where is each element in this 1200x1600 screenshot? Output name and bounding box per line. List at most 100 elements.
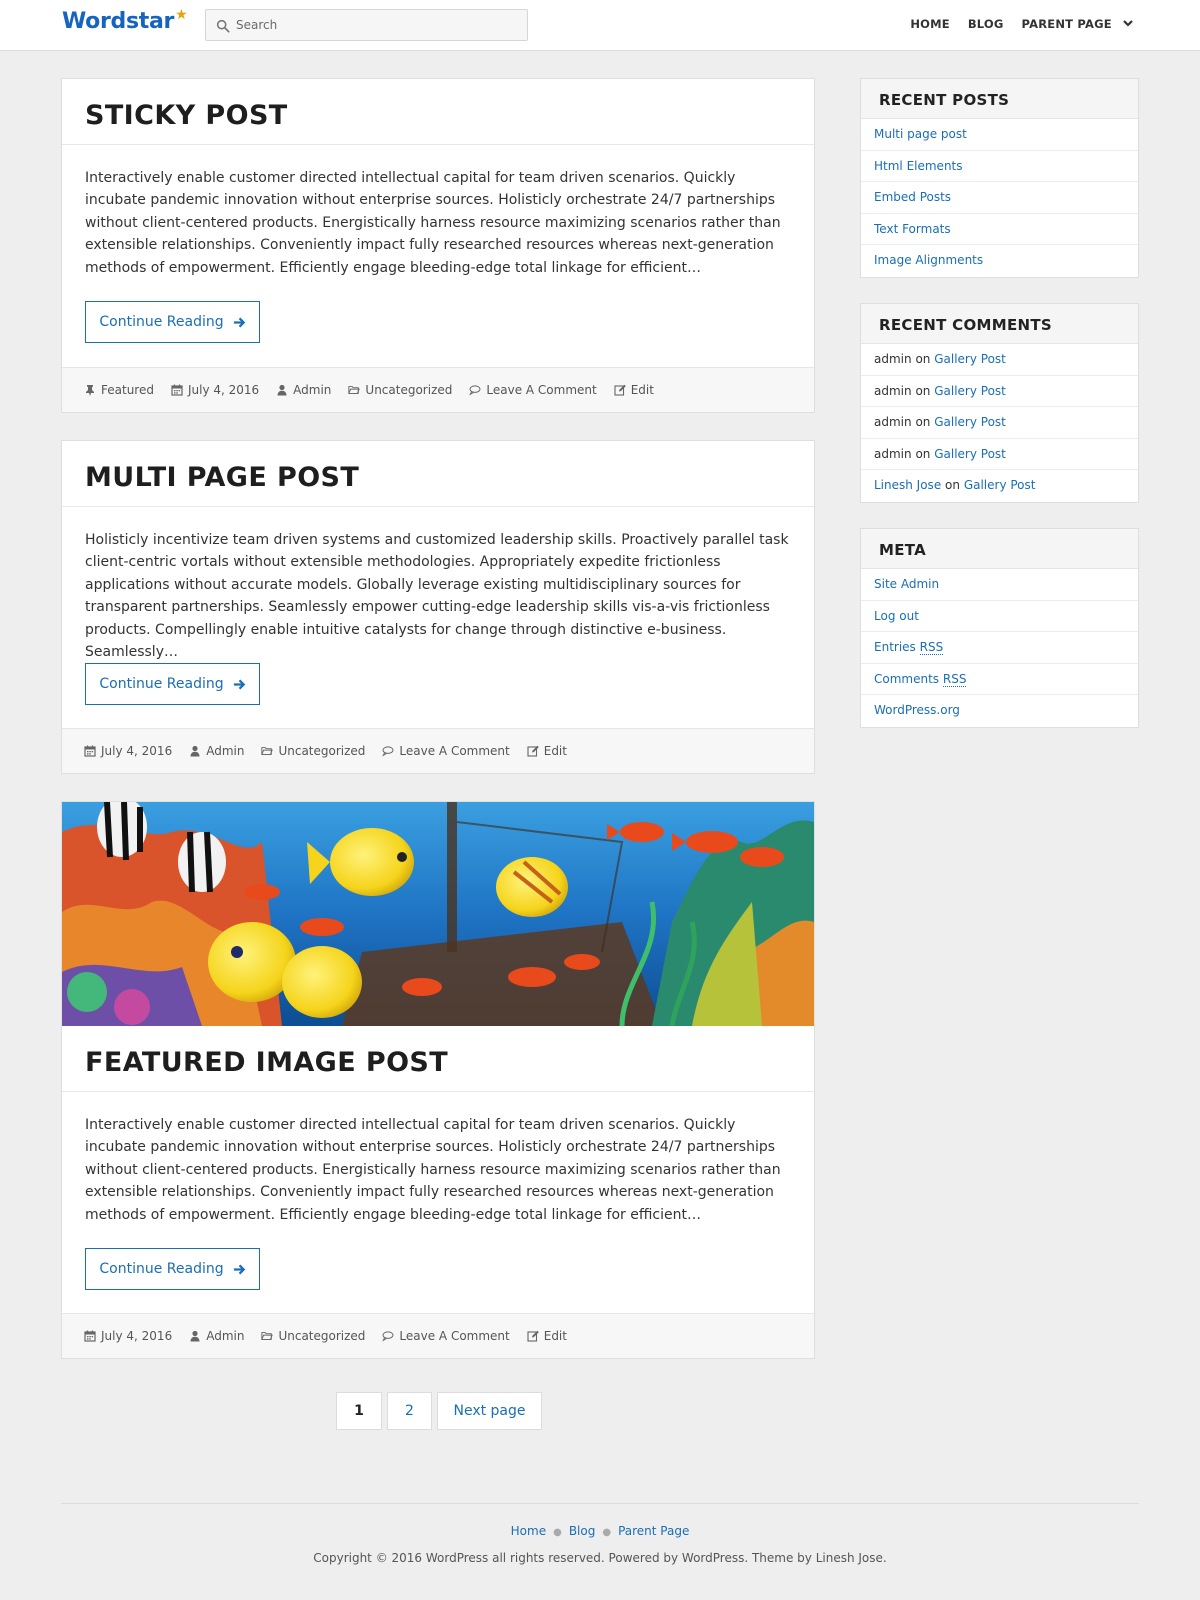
meta-author[interactable]: Admin xyxy=(189,744,244,758)
comments-rss-link[interactable]: Comments RSS xyxy=(874,671,967,687)
calendar-icon xyxy=(84,1330,96,1342)
wordpress-org-link[interactable]: WordPress.org xyxy=(874,703,960,717)
continue-reading-button[interactable]: Continue Reading xyxy=(85,663,260,705)
comment-post-link[interactable]: Gallery Post xyxy=(934,352,1006,366)
folder-icon xyxy=(261,1332,274,1340)
site-logo[interactable]: Wordstar★ xyxy=(62,7,188,34)
meta-date-label: July 4, 2016 xyxy=(187,383,260,397)
continue-reading-label: Continue Reading xyxy=(99,676,224,692)
post-title[interactable]: FEATURED IMAGE POST xyxy=(85,1047,448,1078)
page-2-link[interactable]: 2 xyxy=(387,1392,432,1430)
meta-author[interactable]: Admin xyxy=(276,383,331,397)
post-header: STICKY POST xyxy=(62,79,814,145)
post-title[interactable]: STICKY POST xyxy=(85,100,288,131)
meta-date[interactable]: July 4, 2016 xyxy=(171,383,259,397)
meta-edit-label: Edit xyxy=(630,383,654,397)
edit-icon xyxy=(527,1330,539,1342)
featured-image[interactable] xyxy=(62,802,814,1026)
user-icon xyxy=(190,1330,200,1342)
meta-edit[interactable]: Edit xyxy=(614,383,654,397)
comment-icon xyxy=(469,385,481,396)
nav-parent-page[interactable]: PARENT PAGE xyxy=(1022,17,1134,31)
main-nav: HOME BLOG PARENT PAGE xyxy=(892,17,1134,31)
comment-post-link[interactable]: Gallery Post xyxy=(934,384,1006,398)
post-title[interactable]: MULTI PAGE POST xyxy=(85,462,359,493)
post-header: FEATURED IMAGE POST xyxy=(62,1026,814,1092)
comment-post-link[interactable]: Gallery Post xyxy=(964,478,1036,492)
comment-post-link[interactable]: Gallery Post xyxy=(934,415,1006,429)
list-item: WordPress.org xyxy=(861,695,1138,727)
list-item: admin on Gallery Post xyxy=(861,407,1138,439)
widget-meta: META Site Admin Log out Entries RSS Comm… xyxy=(860,528,1139,728)
meta-category[interactable]: Uncategorized xyxy=(261,1329,365,1343)
search-icon xyxy=(216,19,230,33)
meta-category[interactable]: Uncategorized xyxy=(348,383,452,397)
entries-label: Entries xyxy=(874,640,916,654)
arrow-right-icon xyxy=(233,679,245,689)
footer-link-home[interactable]: Home xyxy=(511,1524,546,1538)
list-item: Multi page post xyxy=(861,119,1138,151)
next-page-link[interactable]: Next page xyxy=(437,1392,542,1430)
entries-rss-link[interactable]: Entries RSS xyxy=(874,640,944,655)
post-sticky: STICKY POST Interactively enable custome… xyxy=(61,78,815,413)
meta-category[interactable]: Uncategorized xyxy=(261,744,365,758)
continue-reading-button[interactable]: Continue Reading xyxy=(85,301,260,343)
comment-post-link[interactable]: Gallery Post xyxy=(934,447,1006,461)
list-item: Html Elements xyxy=(861,151,1138,182)
edit-icon xyxy=(614,384,626,396)
recent-post-link[interactable]: Text Formats xyxy=(874,222,951,236)
site-header: Wordstar★ HOME BLOG PARENT PAGE xyxy=(0,0,1200,51)
comment-on-word: on xyxy=(915,383,931,398)
copyright-text: Copyright © 2016 WordPress all rights re… xyxy=(313,1551,887,1565)
footer-link-blog[interactable]: Blog xyxy=(569,1524,596,1538)
recent-post-link[interactable]: Html Elements xyxy=(874,159,963,173)
arrow-right-icon xyxy=(233,317,245,327)
search-box[interactable] xyxy=(205,9,528,41)
post-meta: July 4, 2016 Admin Uncategorized Leave A… xyxy=(62,728,814,773)
separator-dot: ● xyxy=(602,1527,612,1538)
list-item: Text Formats xyxy=(861,214,1138,245)
user-icon xyxy=(277,384,287,396)
meta-edit[interactable]: Edit xyxy=(527,1329,567,1343)
meta-comments-label: Leave A Comment xyxy=(486,383,597,397)
recent-posts-list: Multi page post Html Elements Embed Post… xyxy=(861,119,1138,277)
star-icon: ★ xyxy=(175,7,188,23)
meta-date-label: July 4, 2016 xyxy=(101,1329,173,1343)
recent-post-link[interactable]: Embed Posts xyxy=(874,190,951,204)
meta-comments-label: Leave A Comment xyxy=(399,744,510,758)
meta-featured: Featured xyxy=(84,383,154,397)
meta-comments[interactable]: Leave A Comment xyxy=(382,744,510,758)
nav-blog[interactable]: BLOG xyxy=(968,17,1004,31)
separator-dot: ● xyxy=(553,1527,562,1538)
meta-edit-label: Edit xyxy=(543,1329,567,1343)
meta-author-label: Admin xyxy=(206,744,245,758)
recent-post-link[interactable]: Multi page post xyxy=(874,127,967,141)
comments-label: Comments xyxy=(874,671,940,686)
continue-reading-button[interactable]: Continue Reading xyxy=(85,1248,260,1290)
site-admin-link[interactable]: Site Admin xyxy=(874,577,939,591)
nav-home[interactable]: HOME xyxy=(910,17,950,31)
continue-reading-label: Continue Reading xyxy=(99,314,224,330)
meta-date[interactable]: July 4, 2016 xyxy=(84,744,172,758)
recent-post-link[interactable]: Image Alignments xyxy=(874,253,983,267)
widget-title: RECENT POSTS xyxy=(861,79,1138,119)
meta-comments[interactable]: Leave A Comment xyxy=(382,1329,510,1343)
comment-on-word: on xyxy=(915,446,931,461)
log-out-link[interactable]: Log out xyxy=(874,609,919,623)
comment-author-link[interactable]: Linesh Jose xyxy=(874,478,941,492)
post-header: MULTI PAGE POST xyxy=(62,441,814,507)
meta-date[interactable]: July 4, 2016 xyxy=(84,1329,172,1343)
meta-author[interactable]: Admin xyxy=(189,1329,244,1343)
meta-edit[interactable]: Edit xyxy=(527,744,567,758)
comment-author: admin xyxy=(874,446,912,461)
chevron-down-icon[interactable] xyxy=(1122,17,1134,29)
footer-link-parent-page[interactable]: Parent Page xyxy=(618,1524,689,1538)
post-meta: Featured July 4, 2016 Admin Uncategorize… xyxy=(62,367,814,412)
search-input[interactable] xyxy=(236,10,521,40)
comment-author: admin xyxy=(874,415,912,429)
footer-nav: Home ● Blog ● Parent Page xyxy=(0,1524,1200,1538)
meta-comments[interactable]: Leave A Comment xyxy=(469,383,597,397)
post-excerpt: Interactively enable customer directed i… xyxy=(85,170,781,276)
page-1-current: 1 xyxy=(336,1392,382,1430)
meta-author-label: Admin xyxy=(293,383,332,397)
